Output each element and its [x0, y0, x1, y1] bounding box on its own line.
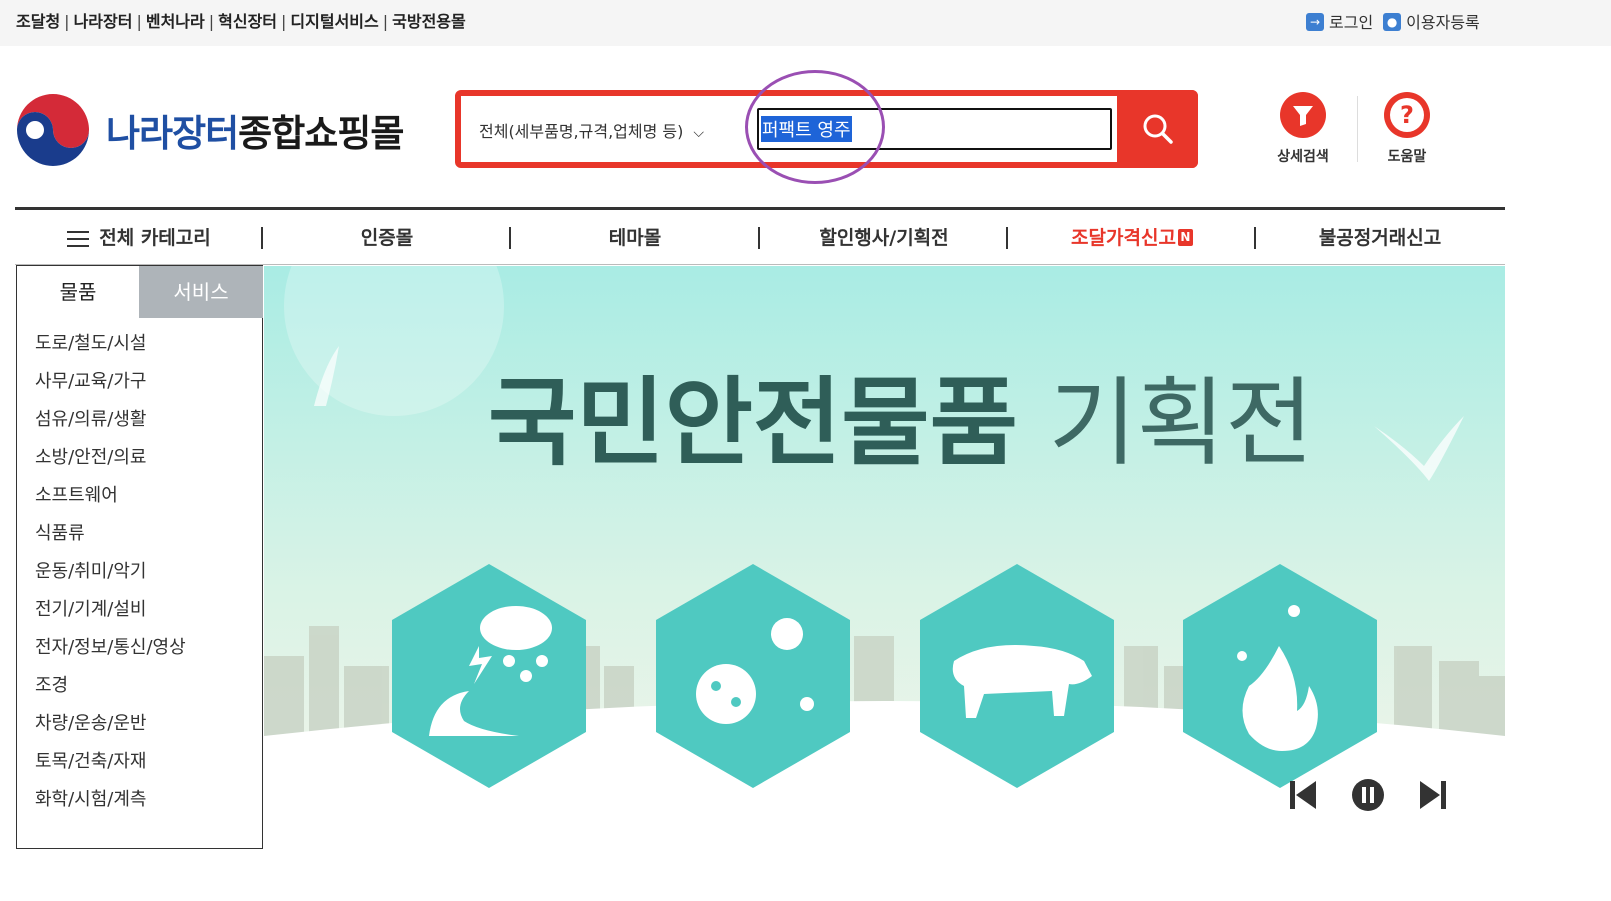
banner-next-button[interactable]	[1416, 778, 1450, 812]
top-link[interactable]: 디지털서비스	[290, 12, 378, 31]
nav-top-border	[15, 207, 1505, 210]
help-button[interactable]: ? 도움말	[1377, 92, 1437, 166]
top-link[interactable]: 나라장터	[74, 12, 133, 31]
user-icon: ●	[1383, 13, 1402, 31]
search-scope-select[interactable]: 전체(세부품명,규격,업체명 등) ⌵	[479, 118, 704, 142]
nav-all-categories[interactable]: 전체 카테고리	[15, 214, 263, 262]
category-item[interactable]: 전자/정보/통신/영상	[35, 633, 186, 671]
category-item[interactable]: 소프트웨어	[35, 481, 186, 519]
category-item[interactable]: 사무/교육/가구	[35, 367, 186, 405]
banner-pause-button[interactable]	[1351, 778, 1385, 812]
pause-icon	[1352, 779, 1384, 811]
category-item[interactable]: 섬유/의류/생활	[35, 405, 186, 443]
top-link[interactable]: 혁신장터	[218, 12, 277, 31]
search-icon	[1143, 114, 1173, 144]
category-item[interactable]: 차량/운송/운반	[35, 709, 186, 747]
login-icon: →	[1306, 13, 1324, 31]
category-item[interactable]: 화학/시험/계측	[35, 785, 186, 823]
category-item[interactable]: 토목/건축/자재	[35, 747, 186, 785]
nav-unfair-trade-report[interactable]: 불공정거래신고	[1256, 214, 1504, 262]
category-sidebar: 물품 서비스 도로/철도/시설 사무/교육/가구 섬유/의류/생활 소방/안전/…	[16, 265, 263, 849]
account-links: → 로그인 ● 이용자등록	[1306, 9, 1480, 33]
logo-text-blue: 나라장터	[106, 112, 239, 155]
banner-title: 국민안전물품 기획전	[488, 367, 1313, 479]
category-item[interactable]: 도로/철도/시설	[35, 329, 186, 367]
detailed-search-button[interactable]: 상세검색	[1273, 92, 1333, 166]
divider	[1357, 96, 1358, 162]
main-nav: 전체 카테고리 인증몰 테마몰 할인행사/기획전 조달가격신고 N 불공정거래신고	[15, 214, 1505, 262]
sidebar-tabs: 물품 서비스	[17, 266, 263, 318]
help-label: 도움말	[1387, 149, 1427, 165]
nav-discount-events[interactable]: 할인행사/기획전	[760, 214, 1008, 262]
category-item[interactable]: 운동/취미/악기	[35, 557, 186, 595]
category-item[interactable]: 식품류	[35, 519, 186, 557]
new-badge: N	[1177, 228, 1193, 246]
nav-certified-mall[interactable]: 인증몰	[263, 214, 511, 262]
skip-previous-icon	[1290, 781, 1316, 809]
category-item[interactable]: 전기/기계/설비	[35, 595, 186, 633]
login-link[interactable]: 로그인	[1329, 9, 1373, 33]
search-button[interactable]	[1117, 90, 1198, 168]
top-link[interactable]: 벤처나라	[146, 12, 205, 31]
nav-theme-mall[interactable]: 테마몰	[511, 214, 759, 262]
promo-banner[interactable]: 국민안전물품 기획전	[264, 266, 1505, 850]
top-link[interactable]: 조달청	[16, 12, 60, 31]
taegeuk-logo-icon	[17, 94, 89, 166]
logo-text-dark: 종합쇼핑몰	[238, 112, 404, 155]
category-item[interactable]: 소방/안전/의료	[35, 443, 186, 481]
search-scope-label: 전체(세부품명,규격,업체명 등)	[479, 122, 684, 141]
filter-icon	[1280, 92, 1326, 138]
hamburger-icon	[67, 226, 90, 252]
register-link[interactable]: 이용자등록	[1406, 9, 1480, 33]
help-icon: ?	[1384, 92, 1430, 138]
top-link[interactable]: 국방전용몰	[392, 12, 466, 31]
banner-prev-button[interactable]	[1286, 778, 1320, 812]
site-logo[interactable]: 나라장터종합쇼핑몰	[14, 90, 404, 170]
chevron-down-icon: ⌵	[693, 125, 705, 141]
category-list: 도로/철도/시설 사무/교육/가구 섬유/의류/생활 소방/안전/의료 소프트웨…	[35, 329, 186, 823]
nav-price-report[interactable]: 조달가격신고 N	[1008, 214, 1256, 262]
category-item[interactable]: 조경	[35, 671, 186, 709]
skip-next-icon	[1420, 781, 1446, 809]
tab-goods[interactable]: 물품	[17, 266, 139, 318]
highlight-circle-annotation	[745, 70, 885, 184]
banner-artwork: 국민안전물품 기획전	[264, 266, 1505, 850]
tab-services[interactable]: 서비스	[139, 266, 263, 318]
detailed-search-label: 상세검색	[1277, 149, 1329, 165]
top-links: 조달청 | 나라장터 | 벤처나라 | 혁신장터 | 디지털서비스 | 국방전용몰	[16, 12, 466, 31]
